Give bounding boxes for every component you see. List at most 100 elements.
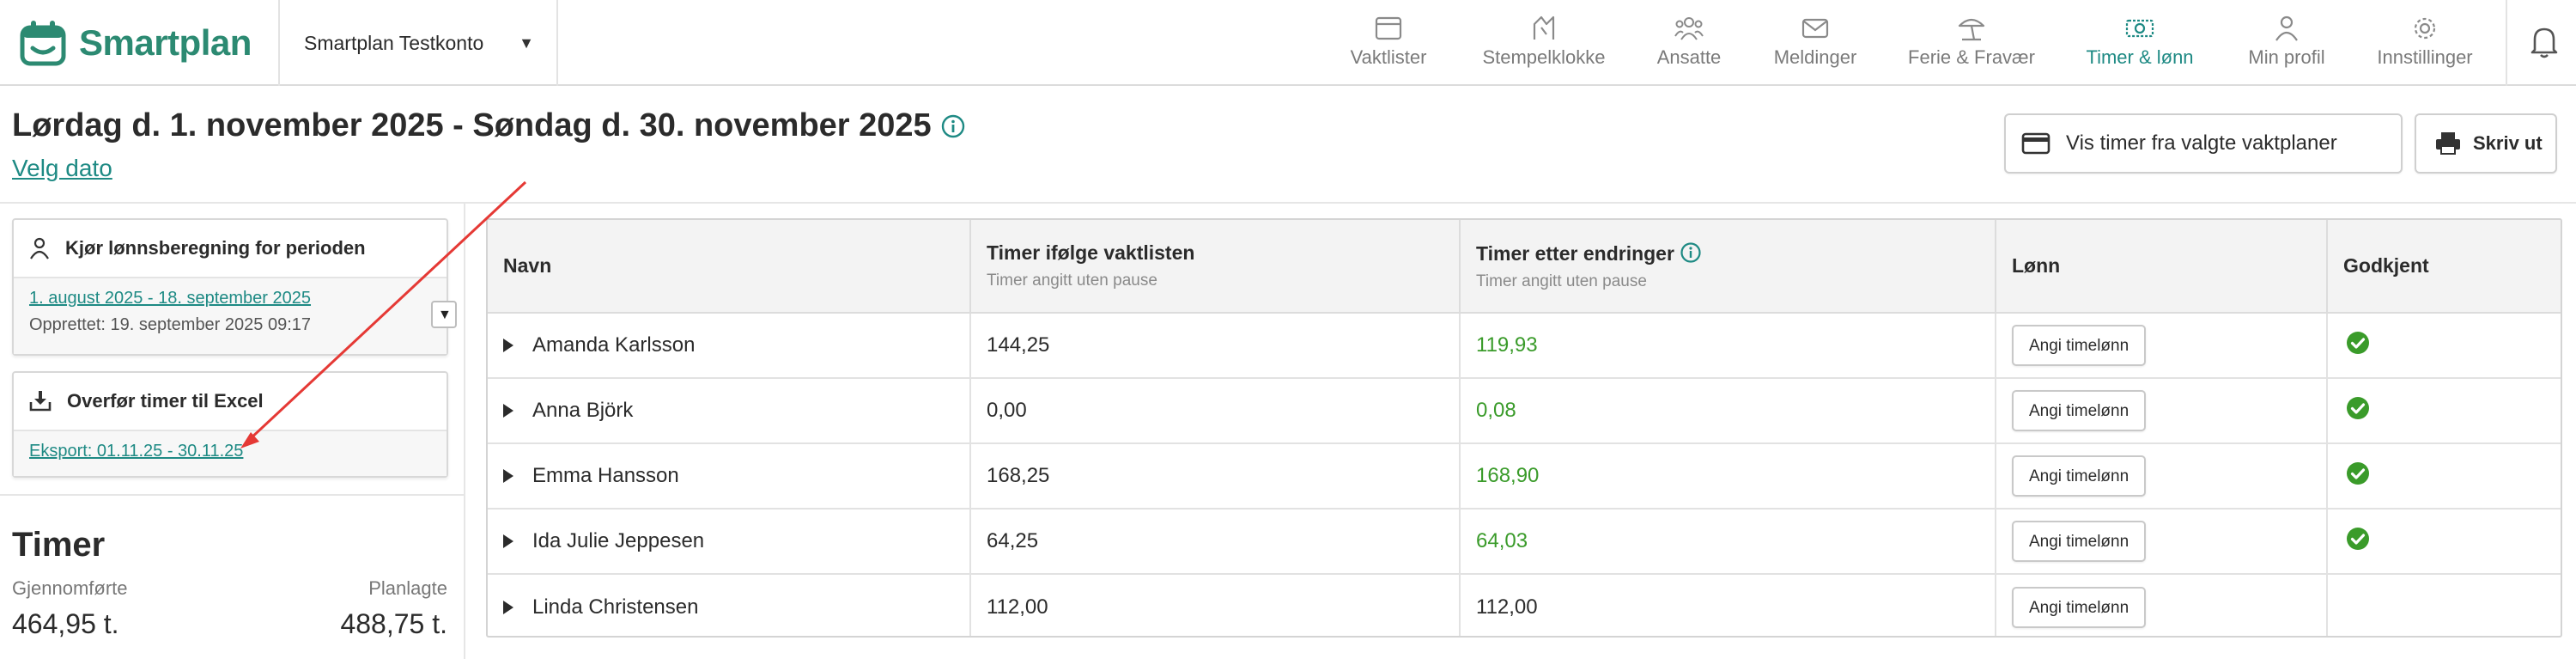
vis-timer-button[interactable]: Vis timer fra valgte vaktplaner xyxy=(2004,113,2403,174)
cell-planned: 112,00 xyxy=(970,574,1461,636)
cell-salary: Angi timelønn xyxy=(1996,313,2328,379)
cell-approved xyxy=(2327,313,2561,379)
excel-card-header[interactable]: Overfør timer til Excel xyxy=(14,373,447,431)
nav-label: Min profil xyxy=(2248,46,2325,68)
cell-salary: Angi timelønn xyxy=(1996,574,2328,636)
cell-name: Emma Hansson xyxy=(488,443,971,510)
cell-approved xyxy=(2327,443,2561,510)
table-row[interactable]: Anna Björk 0,00 0,08 Angi timelønn xyxy=(488,378,2561,444)
angi-timelonn-button[interactable]: Angi timelønn xyxy=(2012,390,2147,431)
account-name: Smartplan Testkonto xyxy=(304,31,484,54)
export-link[interactable]: Eksport: 01.11.25 - 30.11.25 xyxy=(29,442,431,461)
cell-planned: 168,25 xyxy=(970,443,1461,510)
nav-vaktlister[interactable]: Vaktlister xyxy=(1333,0,1444,86)
cell-salary: Angi timelønn xyxy=(1996,378,2328,444)
cell-approved xyxy=(2327,378,2561,444)
divider xyxy=(0,202,2576,204)
payroll-card-header[interactable]: Kjør lønnsberegning for perioden xyxy=(14,220,447,278)
info-icon[interactable] xyxy=(940,113,966,139)
money-icon xyxy=(2125,19,2154,38)
planned-value: 488,75 t. xyxy=(340,608,447,639)
col-header-sub: Timer angitt uten pause xyxy=(987,272,1157,290)
excel-card-title: Overfør timer til Excel xyxy=(67,390,264,412)
check-circle-icon xyxy=(2347,461,2369,485)
nav-label: Timer & lønn xyxy=(2086,46,2194,68)
notifications-button[interactable] xyxy=(2506,0,2576,86)
cell-changed: 119,93 xyxy=(1460,313,1996,379)
angi-timelonn-button[interactable]: Angi timelønn xyxy=(2012,325,2147,366)
nav-ferie-fravaer[interactable]: Ferie & Fravær xyxy=(1898,0,2045,86)
col-header-label: Lønn xyxy=(2012,254,2061,277)
col-header-name[interactable]: Navn xyxy=(488,220,971,314)
nav-meldinger[interactable]: Meldinger xyxy=(1764,0,1867,86)
col-header-sub: Timer angitt uten pause xyxy=(1476,272,1647,290)
table-row[interactable]: Emma Hansson 168,25 168,90 Angi timelønn xyxy=(488,443,2561,510)
cell-changed: 0,08 xyxy=(1460,378,1996,444)
col-header-salary[interactable]: Lønn xyxy=(1996,220,2328,314)
table-row[interactable]: Ida Julie Jeppesen 64,25 64,03 Angi timeløn… xyxy=(488,509,2561,575)
col-header-label: Timer etter endringer xyxy=(1476,241,1674,265)
vis-timer-label: Vis timer fra valgte vaktplaner xyxy=(2066,131,2337,155)
expand-row-icon[interactable] xyxy=(503,534,513,548)
cell-name: Amanda Karlsson xyxy=(488,313,971,379)
employee-name: Emma Hansson xyxy=(532,464,679,487)
cell-name: Ida Julie Jeppesen xyxy=(488,509,971,575)
nav-ansatte[interactable]: Ansatte xyxy=(1645,0,1733,86)
angi-timelonn-button[interactable]: Angi timelønn xyxy=(2012,455,2147,497)
user-icon xyxy=(2275,15,2298,41)
payroll-card: Kjør lønnsberegning for perioden 1. augu… xyxy=(12,218,448,356)
nav-stempelklokke[interactable]: Stempelklokke xyxy=(1470,0,1618,86)
payroll-created-text: Opprettet: 19. september 2025 09:17 xyxy=(29,315,311,334)
card-icon xyxy=(2021,132,2050,155)
cell-name: Anna Björk xyxy=(488,378,971,444)
completed-label: Gjennomførte xyxy=(12,577,128,599)
expand-row-icon[interactable] xyxy=(503,469,513,483)
nav-timer-lonn[interactable]: Timer & lønn xyxy=(2071,0,2208,86)
logo[interactable]: Smartplan xyxy=(19,17,252,69)
brand-name: Smartplan xyxy=(79,22,252,63)
payroll-period-link[interactable]: 1. august 2025 - 18. september 2025 xyxy=(29,289,431,308)
table-row[interactable]: Amanda Karlsson 144,25 119,93 Angi timelønn xyxy=(488,313,2561,379)
period-title: Lørdag d. 1. november 2025 - Søndag d. 3… xyxy=(12,107,932,143)
nav-label: Stempelklokke xyxy=(1482,46,1606,68)
cell-planned: 144,25 xyxy=(970,313,1461,379)
col-header-label: Navn xyxy=(503,254,552,277)
planned-label: Planlagte xyxy=(368,577,447,599)
people-icon xyxy=(1674,17,1704,40)
info-icon[interactable] xyxy=(1680,241,1702,264)
skriv-ut-button[interactable]: Skriv ut xyxy=(2415,113,2557,174)
bell-icon xyxy=(2530,27,2558,58)
expand-button[interactable]: ▼ xyxy=(431,301,457,328)
col-header-approved[interactable]: Godkjent xyxy=(2327,220,2561,314)
table-row[interactable]: Linda Christensen 112,00 112,00 Angi timelø… xyxy=(488,574,2561,636)
col-header-planned[interactable]: Timer ifølge vaktlisten Timer angitt ute… xyxy=(970,220,1461,314)
expand-row-icon[interactable] xyxy=(503,404,513,418)
divider xyxy=(464,202,465,659)
employee-name: Linda Christensen xyxy=(532,595,699,619)
account-selector[interactable]: Smartplan Testkonto ▼ xyxy=(278,0,558,86)
cell-approved xyxy=(2327,574,2561,636)
beach-umbrella-icon xyxy=(1958,18,1985,41)
skriv-ut-label: Skriv ut xyxy=(2473,132,2543,154)
nav-label: Ansatte xyxy=(1656,46,1722,68)
col-header-changed[interactable]: Timer etter endringer Timer angitt uten … xyxy=(1460,220,1996,314)
gear-icon xyxy=(2414,17,2436,40)
angi-timelonn-button[interactable]: Angi timelønn xyxy=(2012,521,2147,562)
cell-salary: Angi timelønn xyxy=(1996,509,2328,575)
nav-min-profil[interactable]: Min profil xyxy=(2234,0,2339,86)
divider xyxy=(0,494,464,496)
excel-card: Overfør timer til Excel Eksport: 01.11.2… xyxy=(12,371,448,478)
chevron-down-icon: ▼ xyxy=(438,308,452,322)
table-header-row: Navn Timer ifølge vaktlisten Timer angit… xyxy=(488,220,2561,314)
expand-row-icon[interactable] xyxy=(503,600,513,614)
nav-innstillinger[interactable]: Innstillinger xyxy=(2366,0,2483,86)
nav-label: Ferie & Fravær xyxy=(1908,46,2035,68)
check-circle-icon xyxy=(2347,331,2369,354)
expand-row-icon[interactable] xyxy=(503,339,513,352)
cell-planned: 0,00 xyxy=(970,378,1461,444)
velg-dato-link[interactable]: Velg dato xyxy=(12,155,112,182)
employee-name: Ida Julie Jeppesen xyxy=(532,529,705,552)
angi-timelonn-button[interactable]: Angi timelønn xyxy=(2012,586,2147,628)
cell-changed: 64,03 xyxy=(1460,509,1996,575)
envelope-icon xyxy=(1801,18,1829,39)
